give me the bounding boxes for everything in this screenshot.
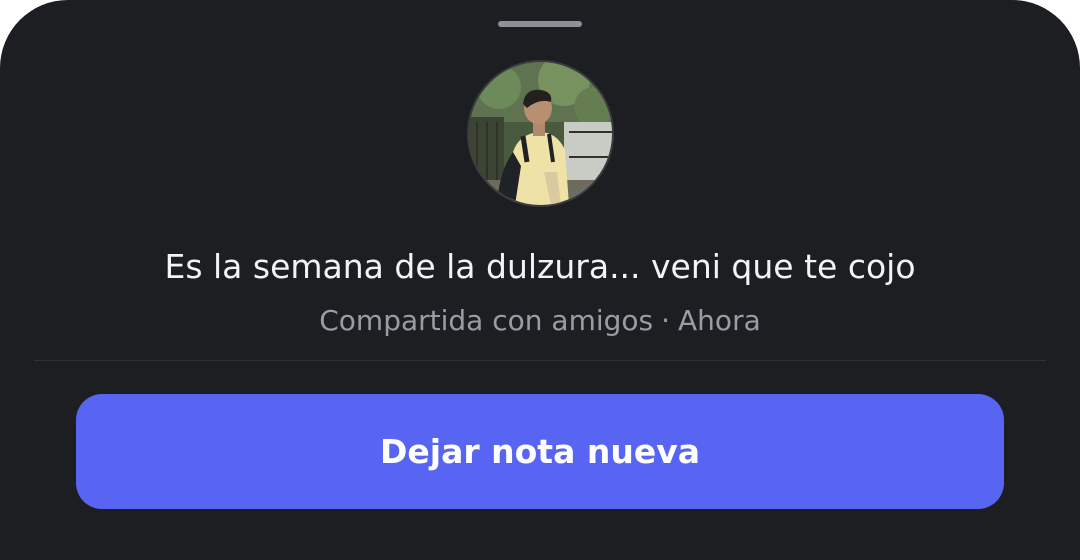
avatar-photo-icon — [469, 62, 612, 205]
note-audience: Compartida con amigos — [319, 304, 654, 337]
note-bottom-sheet: Es la semana de la dulzura... veni que t… — [0, 0, 1080, 560]
note-meta: Compartida con amigos · Ahora — [0, 302, 1080, 340]
drag-handle[interactable] — [498, 21, 582, 27]
meta-separator: · — [661, 304, 671, 337]
note-time: Ahora — [678, 304, 761, 337]
note-text: Es la semana de la dulzura... veni que t… — [164, 247, 916, 286]
new-note-button[interactable]: Dejar nota nueva — [76, 394, 1004, 509]
divider — [34, 360, 1046, 361]
new-note-button-label: Dejar nota nueva — [380, 432, 700, 471]
avatar[interactable] — [467, 60, 614, 207]
